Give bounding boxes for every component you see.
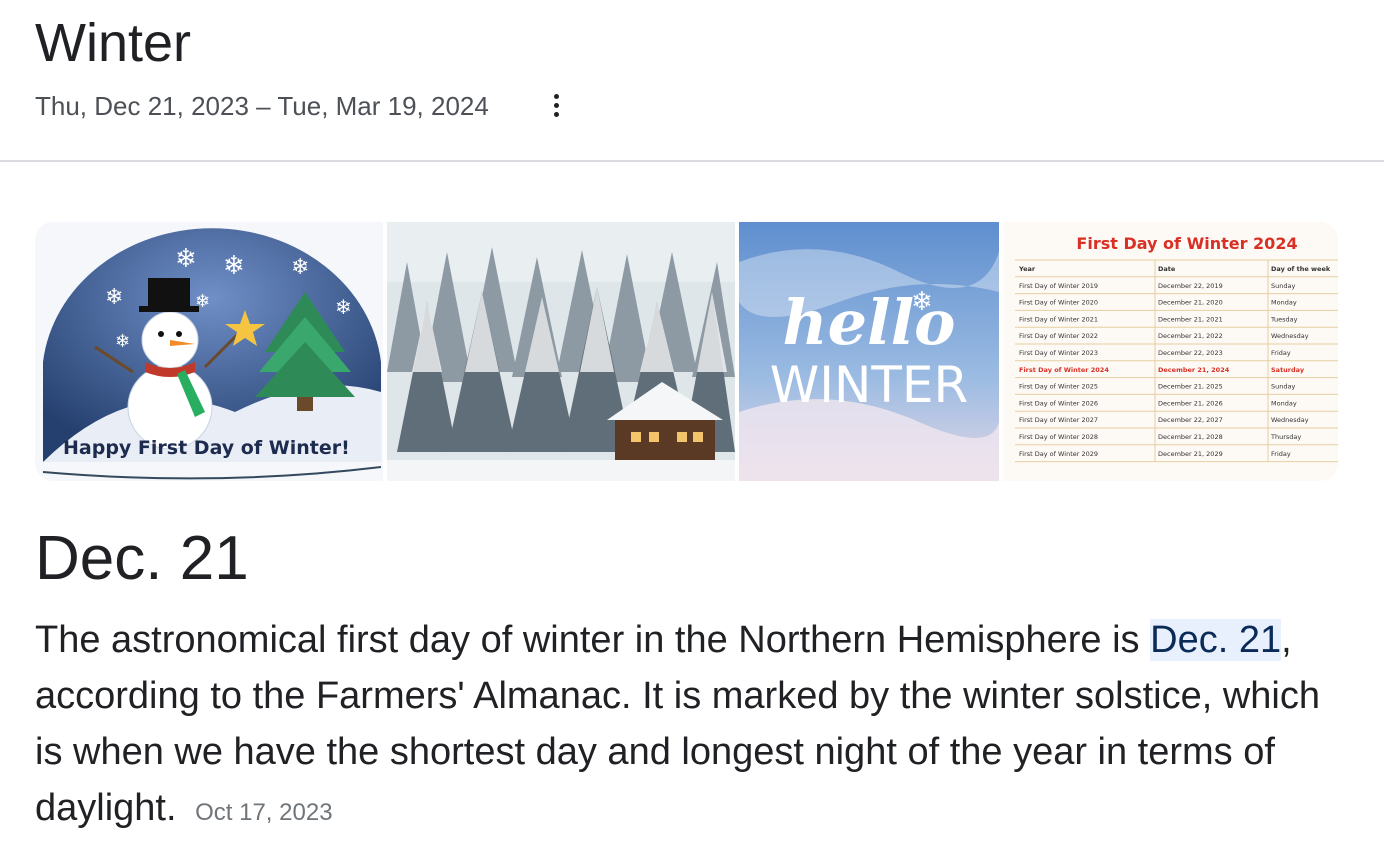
answer-description: The astronomical first day of winter in … (35, 612, 1335, 841)
table-image-cell: First Day of Winter 2028 (1019, 433, 1098, 441)
table-image-cell: Tuesday (1270, 315, 1298, 323)
image-carousel: ❄ ❄ ❄ ❄ ❄ ❄ ❄ Happy First Day of Winter!… (35, 222, 1338, 481)
answer-highlight: Dec. 21 (1150, 619, 1282, 661)
svg-text:❄: ❄ (911, 286, 933, 316)
table-image-cell: Thursday (1270, 433, 1301, 441)
table-image-title: First Day of Winter 2024 (1076, 234, 1297, 253)
table-image-cell: Wednesday (1271, 416, 1309, 424)
table-image-cell: Monday (1271, 399, 1297, 407)
svg-text:❄: ❄ (223, 250, 245, 280)
table-image-cell: First Day of Winter 2022 (1019, 332, 1098, 340)
svg-text:❄: ❄ (115, 331, 130, 351)
page-title: Winter (35, 13, 192, 73)
table-image-cell: December 21, 2026 (1158, 399, 1223, 407)
answer-text-before: The astronomical first day of winter in … (35, 619, 1151, 661)
answer-headline: Dec. 21 (35, 524, 249, 593)
table-image-cell: First Day of Winter 2021 (1019, 315, 1098, 323)
table-image-header-cell: Date (1158, 265, 1176, 273)
table-image-cell: Friday (1271, 349, 1291, 357)
table-image-cell: First Day of Winter 2025 (1019, 383, 1098, 391)
svg-text:❄: ❄ (175, 243, 197, 273)
table-image-cell: December 21, 2028 (1158, 433, 1223, 441)
table-image-cell: Friday (1271, 450, 1291, 458)
table-image-header-cell: Day of the week (1271, 265, 1331, 273)
table-image-cell: Monday (1271, 299, 1297, 307)
table-image-cell: December 21, 2022 (1158, 332, 1223, 340)
table-image-cell: Sunday (1271, 383, 1295, 391)
table-image-cell: First Day of Winter 2026 (1019, 399, 1098, 407)
table-image-cell: First Day of Winter 2023 (1019, 349, 1098, 357)
winter-text: WINTER (770, 356, 968, 414)
table-image-header-cell: Year (1018, 265, 1036, 273)
table-image-cell: Saturday (1271, 366, 1305, 374)
divider (0, 160, 1384, 162)
table-image-cell: December 21, 2025 (1158, 383, 1223, 391)
table-image-cell: First Day of Winter 2019 (1019, 282, 1098, 290)
svg-text:❄: ❄ (291, 254, 309, 279)
table-image-cell: Wednesday (1271, 332, 1309, 340)
table-image-cell: Sunday (1271, 282, 1295, 290)
snowman-caption: Happy First Day of Winter! (63, 437, 350, 459)
snowy-forest-cabin-image[interactable] (387, 222, 735, 481)
svg-text:❄: ❄ (335, 297, 352, 319)
hello-winter-image[interactable]: hello WINTER ❄ (739, 222, 999, 481)
first-day-of-winter-table-image[interactable]: First Day of Winter 2024 Year Date Day of … (1003, 222, 1338, 481)
table-image-cell: December 21, 2021 (1158, 315, 1223, 323)
table-image-cell: December 21, 2029 (1158, 450, 1223, 458)
table-image-cell: December 21, 2024 (1158, 366, 1230, 374)
more-vert-icon[interactable] (546, 92, 566, 120)
table-image-cell: First Day of Winter 2027 (1019, 416, 1098, 424)
table-image-cell: December 21, 2020 (1158, 299, 1223, 307)
table-image-cell: December 22, 2027 (1158, 416, 1223, 424)
table-image-cell: First Day of Winter 2020 (1019, 299, 1098, 307)
table-image-cell: December 22, 2019 (1158, 282, 1223, 290)
snowman-image[interactable]: ❄ ❄ ❄ ❄ ❄ ❄ ❄ Happy First Day of Winter! (35, 222, 383, 481)
source-date: Oct 17, 2023 (195, 799, 333, 826)
date-range: Thu, Dec 21, 2023 – Tue, Mar 19, 2024 (35, 91, 489, 121)
table-image-cell: December 22, 2023 (1158, 349, 1223, 357)
table-image-cell: First Day of Winter 2024 (1019, 366, 1109, 374)
table-image-cell: First Day of Winter 2029 (1019, 450, 1098, 458)
svg-text:❄: ❄ (105, 284, 123, 309)
